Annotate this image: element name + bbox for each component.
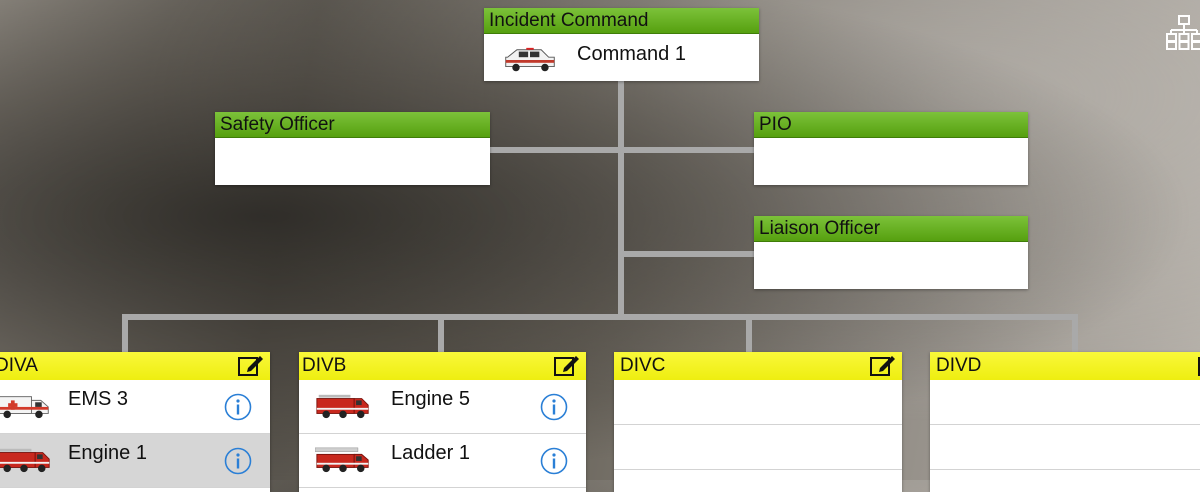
fire-engine-icon	[0, 448, 50, 473]
empty-slot-row[interactable]	[614, 425, 902, 470]
division-box-divd[interactable]: DIVD	[930, 352, 1200, 492]
connector-divb	[438, 314, 444, 354]
division-box-diva[interactable]: DIVA EMS 3 Engine 1	[0, 352, 270, 492]
safety-officer-header: Safety Officer	[215, 112, 490, 138]
division-name: DIVA	[0, 355, 38, 376]
division-name: DIVB	[302, 355, 347, 376]
empty-slot-row[interactable]	[930, 425, 1200, 470]
unit-label: Engine 1	[68, 442, 147, 464]
incident-command-box[interactable]: Incident Command Command 1	[484, 8, 759, 81]
empty-slot-row[interactable]	[614, 380, 902, 425]
command-vehicle-icon	[505, 47, 555, 72]
info-icon[interactable]	[540, 393, 568, 421]
division-header-divb: DIVB	[299, 352, 586, 380]
connector-staff-branch	[488, 147, 754, 153]
info-icon[interactable]	[540, 447, 568, 475]
division-name: DIVC	[620, 355, 666, 376]
division-box-divc[interactable]: DIVC	[614, 352, 902, 492]
connector-division-bar	[122, 314, 1078, 320]
unit-row-ems-3[interactable]: EMS 3	[0, 380, 270, 434]
edit-icon[interactable]	[238, 355, 264, 377]
division-box-divb[interactable]: DIVB Engine 5 Ladder 1	[299, 352, 586, 492]
division-name: DIVD	[936, 355, 982, 376]
info-icon[interactable]	[224, 447, 252, 475]
pio-header: PIO	[754, 112, 1028, 138]
unit-label: Engine 5	[391, 388, 470, 410]
command-unit-row[interactable]: Command 1	[484, 34, 759, 81]
connector-divc	[746, 314, 752, 354]
org-chart-icon[interactable]	[1166, 14, 1200, 50]
empty-slot-row[interactable]	[930, 380, 1200, 425]
ambulance-icon	[0, 396, 49, 419]
connector-divd	[1072, 314, 1078, 354]
liaison-officer-box[interactable]: Liaison Officer	[754, 216, 1028, 289]
fire-engine-icon	[316, 394, 369, 419]
unit-label: EMS 3	[68, 388, 129, 410]
connector-command-trunk	[618, 80, 624, 320]
info-icon[interactable]	[224, 393, 252, 421]
incident-command-header: Incident Command	[484, 8, 759, 34]
division-header-diva: DIVA	[0, 352, 270, 380]
liaison-officer-header: Liaison Officer	[754, 216, 1028, 242]
unit-label: Ladder 1	[391, 442, 470, 464]
edit-icon[interactable]	[870, 355, 896, 377]
ladder-truck-icon	[315, 447, 369, 473]
unit-row-engine-5[interactable]: Engine 5	[299, 380, 586, 434]
pio-box[interactable]: PIO	[754, 112, 1028, 185]
division-header-divc: DIVC	[614, 352, 902, 380]
division-header-divd: DIVD	[930, 352, 1200, 380]
connector-diva	[122, 314, 128, 354]
safety-officer-box[interactable]: Safety Officer	[215, 112, 490, 185]
command-unit-label: Command 1	[577, 43, 686, 65]
edit-icon[interactable]	[554, 355, 580, 377]
connector-liaison-branch	[618, 251, 754, 257]
